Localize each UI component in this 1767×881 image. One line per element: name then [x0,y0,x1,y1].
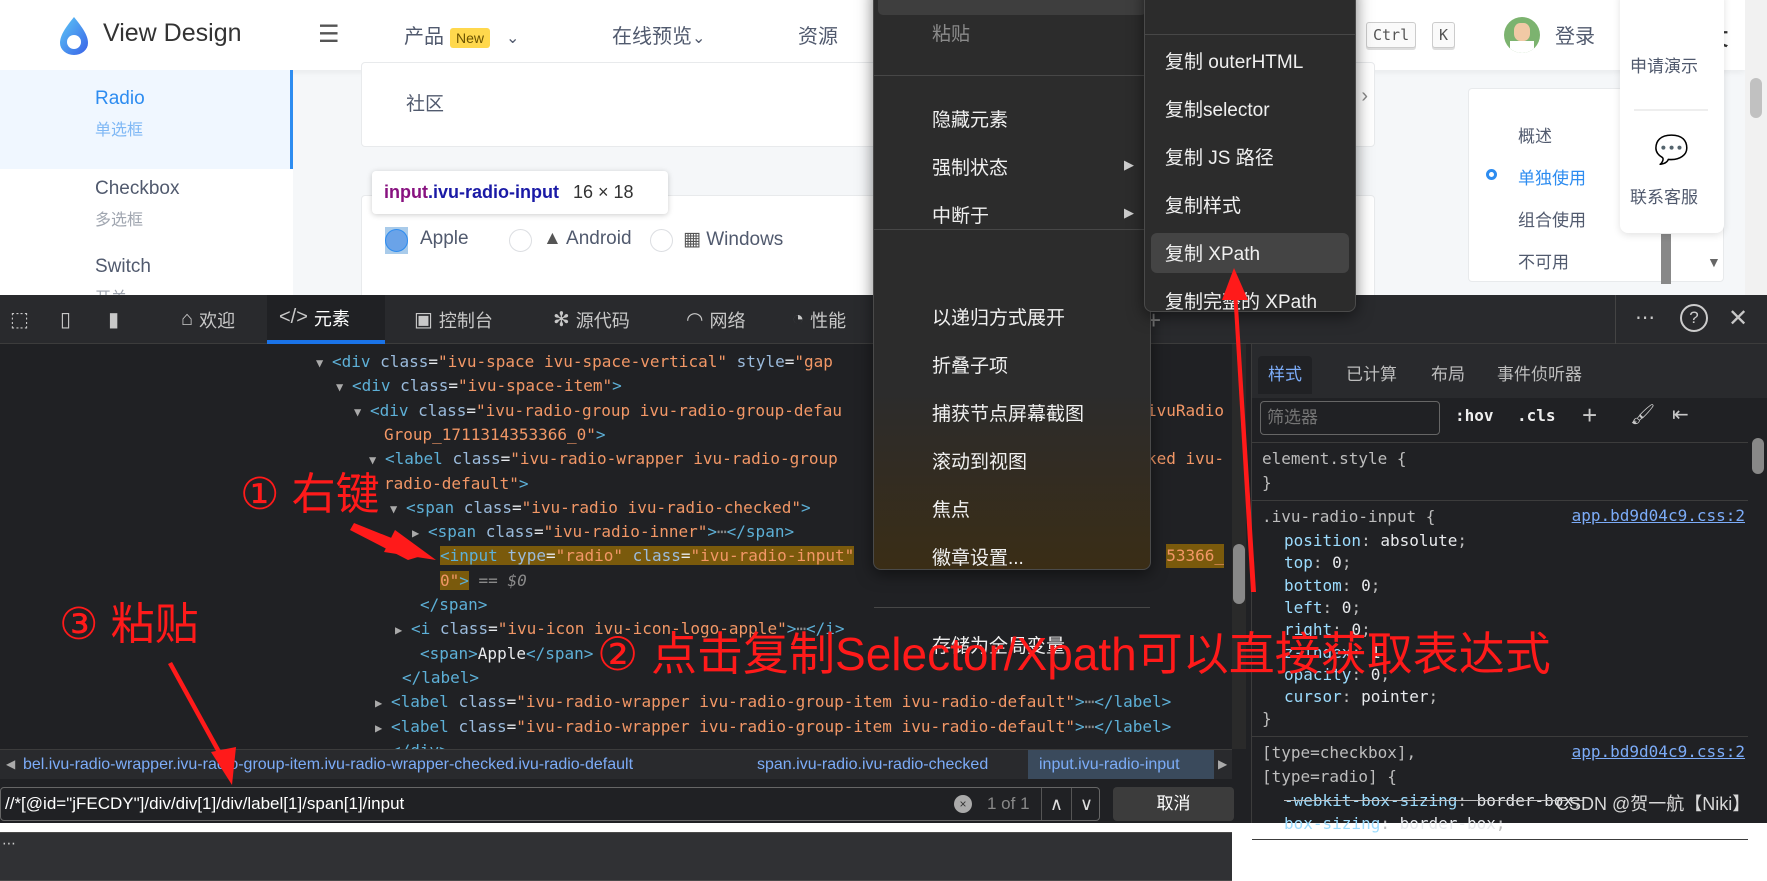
annotation-step3: ③ 粘贴 [59,600,199,649]
arrow-to-xpath [1233,290,1256,592]
watermark: CSDN @贺一航【Niki】 [1556,794,1751,814]
divider [1252,839,1748,840]
selected-node-row [0,832,1232,881]
arrow-to-search [168,662,226,762]
annotation-step1: ① 右键 [240,470,380,519]
ellipsis-icon[interactable]: ⋯ [2,835,16,852]
arrow-head-2 [1222,268,1248,300]
annotation-step2: ② 点击复制Selector/Xpath可以直接获取表达式 [597,628,1551,680]
arrow-head-3 [211,747,236,785]
annotation-arrows [168,268,1256,785]
arrow-head-1 [384,530,436,560]
